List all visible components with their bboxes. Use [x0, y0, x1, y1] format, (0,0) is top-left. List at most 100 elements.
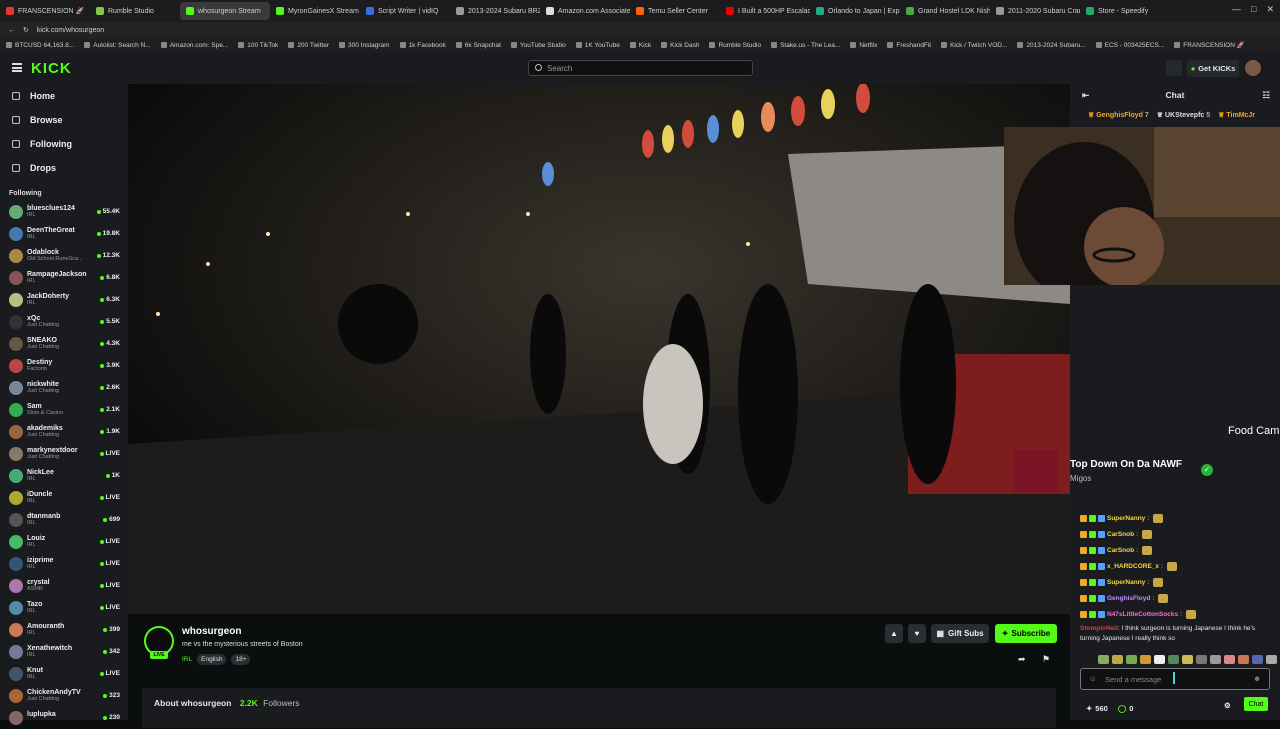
- reload-icon[interactable]: ↻: [23, 26, 29, 34]
- close-icon[interactable]: ✕: [1266, 4, 1274, 15]
- video-player[interactable]: [128, 84, 1070, 614]
- dashboard-icon[interactable]: [1166, 60, 1182, 76]
- browser-tab[interactable]: MyronGainesX Stream: [270, 2, 360, 20]
- sidebar-item-drops[interactable]: Drops: [0, 156, 128, 180]
- following-channel-item[interactable]: NickLee IRL 1K: [0, 465, 128, 487]
- bookmark-item[interactable]: 100 TikTok: [238, 42, 278, 49]
- bookmark-item[interactable]: Rumble Studio: [709, 42, 761, 49]
- bookmark-item[interactable]: BTCUSD 64,163.8...: [6, 42, 74, 49]
- chat-username[interactable]: N47sLittleCottonSocks: [1107, 611, 1178, 618]
- following-channel-item[interactable]: Sam Slots & Casino 2.1K: [0, 399, 128, 421]
- bookmark-item[interactable]: Netflix: [850, 42, 877, 49]
- following-channel-item[interactable]: markynextdoor Just Chatting LIVE: [0, 443, 128, 465]
- url-text[interactable]: kick.com/whosurgeon: [37, 27, 104, 34]
- send-chat-button[interactable]: Chat: [1244, 697, 1268, 711]
- following-channel-item[interactable]: luplupka 230: [0, 707, 128, 729]
- browser-tab[interactable]: Script Writer | vidIQ: [360, 2, 450, 20]
- quick-emote-icon[interactable]: [1196, 655, 1207, 664]
- tag-age[interactable]: 18+: [231, 654, 251, 665]
- bookmark-item[interactable]: FRANSCENSION 🚀: [1174, 41, 1245, 49]
- menu-icon[interactable]: [12, 63, 22, 72]
- chat-username[interactable]: StompinNeil: [1080, 625, 1118, 632]
- user-avatar[interactable]: [1245, 60, 1261, 76]
- window-controls[interactable]: — □ ✕: [1232, 4, 1274, 15]
- following-channel-item[interactable]: Odablock Old School RuneSca... 12.3K: [0, 245, 128, 267]
- get-kicks-button[interactable]: ● Get KICKs: [1187, 60, 1239, 77]
- bookmark-item[interactable]: FreshandFit: [887, 42, 931, 49]
- chat-username[interactable]: CarSnob: [1107, 547, 1134, 554]
- bookmark-item[interactable]: Kick / Twitch VOD...: [941, 42, 1007, 49]
- quick-emote-icon[interactable]: [1098, 655, 1109, 664]
- following-channel-item[interactable]: nickwhite Just Chatting 2.6K: [0, 377, 128, 399]
- browser-tab[interactable]: 2013-2024 Subaru BRZ: [450, 2, 540, 20]
- browser-tab[interactable]: Temu Seller Center: [630, 2, 720, 20]
- following-channel-item[interactable]: Tazo IRL LIVE: [0, 597, 128, 619]
- maximize-icon[interactable]: □: [1251, 4, 1256, 15]
- following-channel-item[interactable]: Xenathewitch IRL 342: [0, 641, 128, 663]
- collapse-chat-icon[interactable]: ⇤: [1082, 90, 1089, 101]
- quick-emote-icon[interactable]: [1168, 655, 1179, 664]
- quick-emote-icon[interactable]: [1126, 655, 1137, 664]
- following-channel-item[interactable]: iziprime IRL LIVE: [0, 553, 128, 575]
- following-channel-item[interactable]: dtanmanb IRL 699: [0, 509, 128, 531]
- following-channel-item[interactable]: bluesclues124 IRL 55.4K: [0, 201, 128, 223]
- bookmark-item[interactable]: YouTube Studio: [510, 42, 566, 49]
- bookmark-item[interactable]: 2013-2024 Subaru...: [1017, 42, 1086, 49]
- top-gifter[interactable]: ♕ UKStevepfc 5: [1157, 111, 1210, 119]
- browser-tab[interactable]: FRANSCENSION 🚀: [0, 2, 90, 20]
- browser-tab[interactable]: whosurgeon Stream: [180, 2, 270, 20]
- browser-tab[interactable]: I Built a 500HP Escalade: [720, 2, 810, 20]
- emote-bar[interactable]: [1098, 655, 1280, 664]
- quick-emote-icon[interactable]: [1140, 655, 1151, 664]
- browser-tab[interactable]: Grand Hostel LDK Nishi: [900, 2, 990, 20]
- kick-logo[interactable]: KICK: [31, 60, 72, 77]
- top-gifter[interactable]: ♕ GenghisFloyd 7: [1088, 111, 1149, 119]
- following-channel-item[interactable]: Amouranth IRL 399: [0, 619, 128, 641]
- subscribe-button[interactable]: ✦ Subscribe: [995, 624, 1057, 643]
- bookmark-item[interactable]: Amazon.com: Spe...: [160, 42, 228, 49]
- quick-emote-icon[interactable]: [1238, 655, 1249, 664]
- quick-emote-icon[interactable]: [1210, 655, 1221, 664]
- quick-emote-icon[interactable]: [1182, 655, 1193, 664]
- following-channel-item[interactable]: SNEAKO Just Chatting 4.3K: [0, 333, 128, 355]
- quick-emote-icon[interactable]: [1154, 655, 1165, 664]
- back-icon[interactable]: ←: [8, 27, 15, 34]
- quick-emote-icon[interactable]: [1266, 655, 1277, 664]
- chat-username[interactable]: GenghisFloyd: [1107, 595, 1150, 602]
- tag-language[interactable]: English: [197, 654, 227, 665]
- top-gifter[interactable]: ♕ TimMcJr: [1218, 111, 1255, 119]
- follow-heart-button[interactable]: ♥: [908, 624, 926, 643]
- browser-tab[interactable]: Rumble Studio: [90, 2, 180, 20]
- report-icon[interactable]: ⚑: [1042, 654, 1050, 665]
- following-channel-item[interactable]: Destiny Factorio 3.9K: [0, 355, 128, 377]
- browser-tab[interactable]: Store - Speedify: [1080, 2, 1170, 20]
- following-channel-item[interactable]: Knut IRL LIVE: [0, 663, 128, 685]
- sidebar-item-browse[interactable]: Browse: [0, 108, 128, 132]
- following-channel-item[interactable]: crystal ASMR LIVE: [0, 575, 128, 597]
- following-channel-item[interactable]: akademiks Just Chatting 1.9K: [0, 421, 128, 443]
- emoji-icon[interactable]: ☺: [1089, 674, 1097, 683]
- browser-tab[interactable]: Orlando to Japan | Expl: [810, 2, 900, 20]
- bookmark-item[interactable]: Kick: [629, 42, 651, 49]
- quick-emote-icon[interactable]: [1112, 655, 1123, 664]
- chat-input[interactable]: ☺ Send a message ☻: [1080, 668, 1270, 690]
- following-channel-item[interactable]: xQc Just Chatting 5.5K: [0, 311, 128, 333]
- settings-gear-icon[interactable]: ⚙: [1224, 701, 1231, 710]
- chat-username[interactable]: SuperNanny: [1107, 579, 1145, 586]
- category-link[interactable]: IRL: [182, 656, 192, 663]
- users-icon[interactable]: ☷: [1262, 90, 1270, 101]
- sidebar-item-home[interactable]: Home: [0, 84, 128, 108]
- following-channel-item[interactable]: iDuncle IRL LIVE: [0, 487, 128, 509]
- browser-tab[interactable]: Amazon.com Associate: [540, 2, 630, 20]
- chat-username[interactable]: CarSnob: [1107, 531, 1134, 538]
- sidebar-item-following[interactable]: Following: [0, 132, 128, 156]
- quick-emote-icon[interactable]: [1224, 655, 1235, 664]
- minimize-icon[interactable]: —: [1232, 4, 1241, 15]
- bookmark-item[interactable]: Autolist: Search N...: [84, 42, 151, 49]
- chat-username[interactable]: x_HARDCORE_x: [1107, 563, 1159, 570]
- bookmark-item[interactable]: 300 Instagram: [339, 42, 390, 49]
- search-input[interactable]: Search: [528, 60, 753, 76]
- bookmark-item[interactable]: 1K YouTube: [575, 42, 620, 49]
- following-channel-item[interactable]: Louiz IRL LIVE: [0, 531, 128, 553]
- bookmark-item[interactable]: ECS - 003425ECS...: [1095, 42, 1164, 49]
